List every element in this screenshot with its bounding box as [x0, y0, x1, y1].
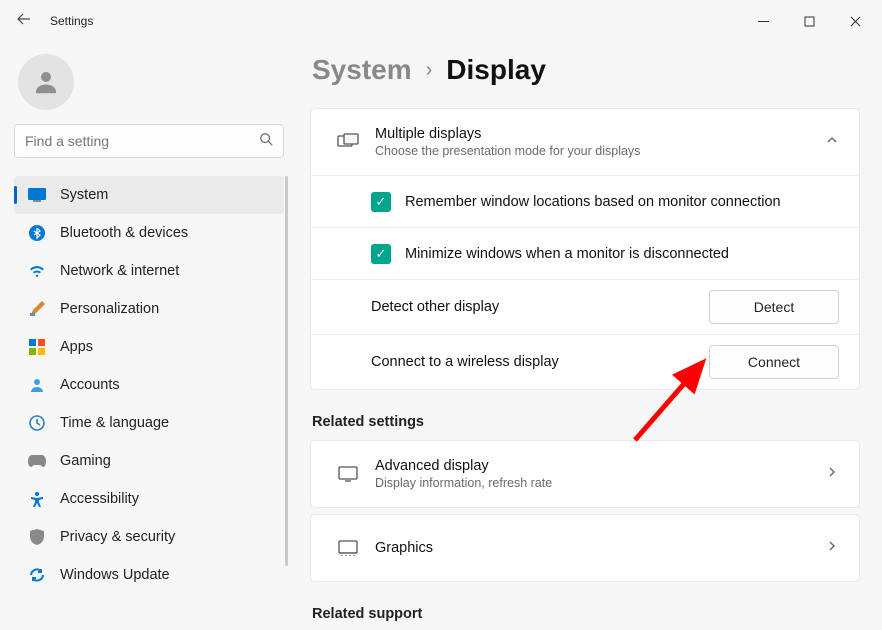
nav-accounts[interactable]: Accounts [14, 366, 284, 404]
system-icon [28, 186, 46, 204]
chevron-right-icon [825, 539, 839, 558]
graphics-card[interactable]: Graphics [310, 514, 860, 582]
option-label: Remember window locations based on monit… [405, 194, 781, 210]
maximize-button[interactable] [786, 6, 832, 36]
close-button[interactable] [832, 6, 878, 36]
nav-label: Accounts [60, 377, 120, 393]
row-label: Connect to a wireless display [371, 354, 559, 370]
nav-label: Network & internet [60, 263, 179, 279]
main-content: System › Display Multiple displays Choos… [298, 42, 882, 630]
option-label: Minimize windows when a monitor is disco… [405, 246, 729, 262]
nav-label: Personalization [60, 301, 159, 317]
card-subtitle: Display information, refresh rate [375, 476, 825, 490]
chevron-right-icon [825, 465, 839, 484]
nav-label: Privacy & security [60, 529, 175, 545]
nav-label: Windows Update [60, 567, 170, 583]
shield-icon [28, 528, 46, 546]
nav-label: Time & language [60, 415, 169, 431]
nav-label: System [60, 187, 108, 203]
nav-time[interactable]: Time & language [14, 404, 284, 442]
chevron-up-icon [825, 133, 839, 152]
nav-network[interactable]: Network & internet [14, 252, 284, 290]
chevron-right-icon: › [426, 59, 433, 82]
nav-label: Gaming [60, 453, 111, 469]
multiple-displays-card: Multiple displays Choose the presentatio… [310, 108, 860, 390]
advanced-display-card[interactable]: Advanced display Display information, re… [310, 440, 860, 508]
nav-gaming[interactable]: Gaming [14, 442, 284, 480]
detect-button[interactable]: Detect [709, 290, 839, 324]
bluetooth-icon [28, 224, 46, 242]
gamepad-icon [28, 452, 46, 470]
sidebar: System Bluetooth & devices Network & int… [0, 42, 298, 630]
search-box[interactable] [14, 124, 284, 158]
detect-display-row: Detect other display Detect [311, 279, 859, 334]
multiple-displays-header[interactable]: Multiple displays Choose the presentatio… [311, 109, 859, 175]
avatar[interactable] [18, 54, 74, 110]
wireless-display-row: Connect to a wireless display Connect [311, 334, 859, 389]
breadcrumb-parent[interactable]: System [312, 54, 412, 86]
nav-personalization[interactable]: Personalization [14, 290, 284, 328]
accessibility-icon [28, 490, 46, 508]
nav-list: System Bluetooth & devices Network & int… [14, 176, 284, 594]
card-title: Multiple displays [375, 126, 825, 142]
nav-system[interactable]: System [14, 176, 284, 214]
checkbox-checked-icon[interactable]: ✓ [371, 244, 391, 264]
checkbox-checked-icon[interactable]: ✓ [371, 192, 391, 212]
card-title: Graphics [375, 540, 825, 556]
nav-label: Apps [60, 339, 93, 355]
card-title: Advanced display [375, 458, 825, 474]
nav-label: Bluetooth & devices [60, 225, 188, 241]
minimize-disconnect-option[interactable]: ✓ Minimize windows when a monitor is dis… [311, 227, 859, 279]
window-title: Settings [50, 14, 93, 28]
nav-privacy[interactable]: Privacy & security [14, 518, 284, 556]
update-icon [28, 566, 46, 584]
minimize-button[interactable] [740, 6, 786, 36]
card-subtitle: Choose the presentation mode for your di… [375, 144, 825, 158]
titlebar: Settings [0, 0, 882, 42]
nav-bluetooth[interactable]: Bluetooth & devices [14, 214, 284, 252]
graphics-icon [331, 540, 365, 556]
nav-accessibility[interactable]: Accessibility [14, 480, 284, 518]
back-button[interactable] [4, 11, 44, 32]
breadcrumb-current: Display [446, 54, 546, 86]
apps-icon [28, 338, 46, 356]
wifi-icon [28, 262, 46, 280]
person-icon [28, 376, 46, 394]
related-support-heading: Related support [312, 606, 860, 622]
clock-icon [28, 414, 46, 432]
monitor-icon [331, 466, 365, 482]
remember-locations-option[interactable]: ✓ Remember window locations based on mon… [311, 175, 859, 227]
brush-icon [28, 300, 46, 318]
connect-button[interactable]: Connect [709, 345, 839, 379]
nav-apps[interactable]: Apps [14, 328, 284, 366]
related-settings-heading: Related settings [312, 414, 860, 430]
displays-icon [331, 133, 365, 151]
search-input[interactable] [25, 133, 259, 149]
breadcrumb: System › Display [310, 54, 860, 86]
nav-label: Accessibility [60, 491, 139, 507]
row-label: Detect other display [371, 299, 499, 315]
nav-update[interactable]: Windows Update [14, 556, 284, 594]
search-icon [259, 132, 273, 151]
